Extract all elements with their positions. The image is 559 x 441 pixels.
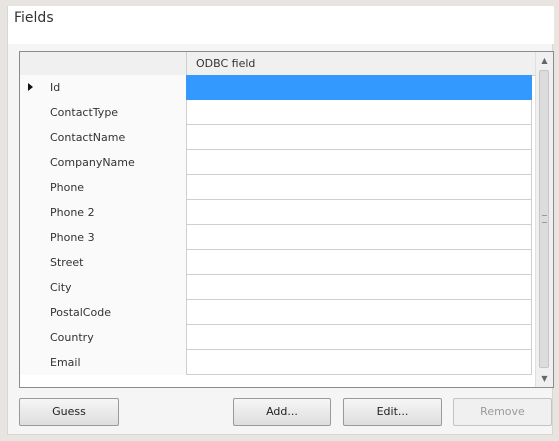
row-header[interactable] xyxy=(20,150,40,175)
row-header[interactable] xyxy=(20,350,40,375)
row-header[interactable] xyxy=(20,125,40,150)
field-name: City xyxy=(40,275,186,300)
odbc-field-cell[interactable] xyxy=(186,325,532,350)
add-button[interactable]: Add... xyxy=(233,398,331,426)
table-row[interactable]: PostalCode xyxy=(20,300,538,325)
scroll-up-icon[interactable]: ▲ xyxy=(536,52,553,69)
odbc-field-cell[interactable] xyxy=(186,175,532,200)
table-row[interactable]: Street xyxy=(20,250,538,275)
field-name: Phone 3 xyxy=(40,225,186,250)
odbc-field-cell[interactable] xyxy=(186,225,532,250)
table-row[interactable]: Phone xyxy=(20,175,538,200)
odbc-field-cell[interactable] xyxy=(186,275,532,300)
grip-icon xyxy=(542,215,547,223)
vertical-scrollbar[interactable]: ▲ ▼ xyxy=(535,52,553,387)
fields-grid[interactable]: ODBC field Id ContactType ContactName Co… xyxy=(19,51,554,388)
row-header[interactable] xyxy=(20,75,40,100)
odbc-field-cell[interactable] xyxy=(186,250,532,275)
field-name: Phone xyxy=(40,175,186,200)
field-name: Id xyxy=(40,75,186,100)
scroll-down-icon[interactable]: ▼ xyxy=(536,370,553,387)
remove-button[interactable]: Remove xyxy=(453,398,552,426)
table-row[interactable]: Country xyxy=(20,325,538,350)
odbc-field-cell[interactable] xyxy=(186,150,532,175)
guess-button[interactable]: Guess xyxy=(19,398,119,426)
row-header[interactable] xyxy=(20,100,40,125)
field-name: ContactType xyxy=(40,100,186,125)
section-title: Fields xyxy=(14,10,54,26)
field-name: Email xyxy=(40,350,186,375)
table-row[interactable]: CompanyName xyxy=(20,150,538,175)
current-row-arrow-icon xyxy=(28,83,33,91)
row-header[interactable] xyxy=(20,275,40,300)
table-row[interactable]: Phone 2 xyxy=(20,200,538,225)
title-bar xyxy=(8,6,554,44)
table-row[interactable]: City xyxy=(20,275,538,300)
odbc-field-cell[interactable] xyxy=(186,300,532,325)
odbc-field-cell[interactable] xyxy=(186,350,532,375)
field-name: PostalCode xyxy=(40,300,186,325)
table-row[interactable]: Email xyxy=(20,350,538,375)
row-header[interactable] xyxy=(20,175,40,200)
column-header-odbc-field[interactable]: ODBC field xyxy=(186,52,538,75)
field-name: Street xyxy=(40,250,186,275)
row-header[interactable] xyxy=(20,200,40,225)
odbc-field-cell[interactable] xyxy=(186,200,532,225)
edit-button[interactable]: Edit... xyxy=(343,398,442,426)
scroll-thumb[interactable] xyxy=(539,70,549,368)
row-header[interactable] xyxy=(20,250,40,275)
field-name: Phone 2 xyxy=(40,200,186,225)
table-row[interactable]: ContactType xyxy=(20,100,538,125)
row-header[interactable] xyxy=(20,225,40,250)
table-row[interactable]: ContactName xyxy=(20,125,538,150)
field-name: ContactName xyxy=(40,125,186,150)
table-row[interactable]: Id xyxy=(20,75,538,100)
field-name: Country xyxy=(40,325,186,350)
odbc-field-cell[interactable] xyxy=(186,125,532,150)
row-header[interactable] xyxy=(20,325,40,350)
grid-header: ODBC field xyxy=(20,52,538,76)
table-row[interactable]: Phone 3 xyxy=(20,225,538,250)
odbc-field-cell[interactable] xyxy=(186,75,532,100)
grid-rows: Id ContactType ContactName CompanyName P… xyxy=(20,75,538,375)
field-name: CompanyName xyxy=(40,150,186,175)
row-header[interactable] xyxy=(20,300,40,325)
odbc-field-cell[interactable] xyxy=(186,100,532,125)
